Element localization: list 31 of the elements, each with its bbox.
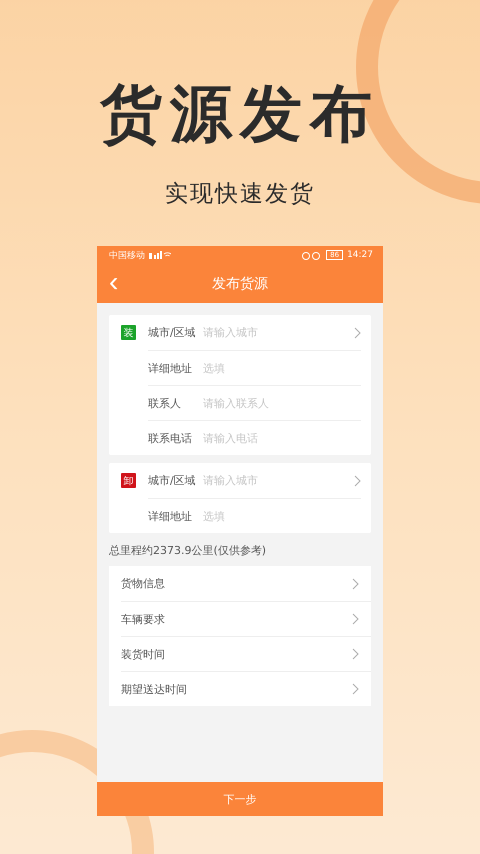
status-time: 14:27 <box>347 250 373 260</box>
field-label: 联系人 <box>148 396 182 410</box>
signal-icon <box>149 251 171 259</box>
chevron-icon <box>352 578 359 590</box>
field-label: 城市/区域 <box>148 473 197 488</box>
field-label: 城市/区域 <box>148 325 197 340</box>
page-title: 发布货源 <box>212 274 268 292</box>
stop-badge: 卸 <box>121 473 136 488</box>
input-field[interactable]: 请输入城市 <box>203 474 354 487</box>
promo-subtitle: 实现快速发货 <box>165 180 315 209</box>
distance-note: 总里程约2373.9公里(仅供参考) <box>109 543 268 558</box>
chevron-icon <box>354 474 361 486</box>
field-label: 联系电话 <box>148 430 193 446</box>
chevron-icon <box>352 648 359 660</box>
input-field[interactable]: 选填 <box>203 510 361 522</box>
field-label: 详细地址 <box>148 508 193 524</box>
chevron-icon <box>352 613 359 625</box>
option-row[interactable]: 装货时间 <box>121 636 371 671</box>
carrier-name: 中国移动 <box>109 250 145 262</box>
input-field[interactable]: 请输入电话 <box>203 432 361 444</box>
input-field[interactable]: 选填 <box>203 362 361 374</box>
option-row[interactable]: 车辆要求 <box>121 601 371 636</box>
input-field[interactable]: 请输入城市 <box>203 326 354 339</box>
promo-title: 货源发布 <box>100 76 380 152</box>
option-row[interactable]: 期望送达时间 <box>121 671 371 706</box>
input-field[interactable]: 请输入联系人 <box>203 396 361 410</box>
field-label: 详细地址 <box>148 360 193 376</box>
chevron-icon <box>352 683 359 695</box>
chevron-icon <box>354 326 361 338</box>
option-row[interactable]: 货物信息 <box>121 566 371 601</box>
stop-badge: 装 <box>121 325 136 340</box>
